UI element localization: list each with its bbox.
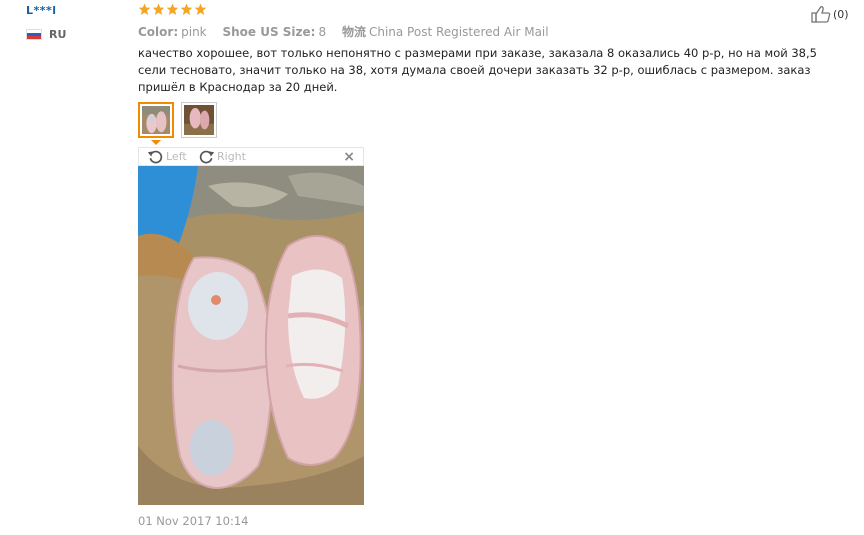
attr-size-value: 8 (318, 25, 327, 39)
star-icon (194, 3, 207, 15)
star-icon (152, 3, 165, 15)
rotate-right-label: Right (217, 150, 246, 163)
star-icon (180, 3, 193, 15)
star-rating (138, 3, 207, 16)
country-code: RU (49, 28, 67, 41)
attr-color-key: Color: (138, 25, 179, 39)
order-attributes: Color: pink Shoe US Size: 8 物流 China Post R… (138, 23, 549, 40)
helpful-button[interactable]: (0) (811, 5, 849, 23)
image-viewer-toolbar: Left Right × (138, 147, 364, 166)
rotate-left-label: Left (166, 150, 187, 163)
attr-shipping-key: 物流 (341, 25, 366, 39)
russia-flag-icon (26, 29, 42, 40)
rotate-right-icon (199, 150, 215, 164)
rotate-right-button[interactable]: Right (198, 148, 246, 165)
rotate-left-button[interactable]: Left (147, 148, 187, 165)
helpful-count: (0) (833, 7, 849, 21)
reviewer-name: L***l (26, 4, 57, 17)
thumbs-up-icon (811, 6, 831, 23)
thumbnail-1[interactable] (138, 102, 174, 138)
star-icon (138, 3, 151, 15)
review-thumbnails (138, 102, 217, 138)
shoe-thumbnail-image (142, 106, 170, 134)
close-viewer-button[interactable]: × (343, 149, 355, 165)
rotate-left-icon (147, 150, 163, 164)
reviewer-country: RU (26, 28, 66, 41)
star-icon (166, 3, 179, 15)
review-date: 01 Nov 2017 10:14 (138, 514, 249, 528)
shoe-thumbnail-image (184, 105, 214, 135)
attr-size-key: Shoe US Size: (222, 25, 316, 39)
review-text: качество хорошее, вот только непонятно с… (138, 46, 817, 94)
attr-color-value: pink (181, 25, 207, 39)
review-photo[interactable] (138, 166, 364, 505)
thumbnail-2[interactable] (181, 102, 217, 138)
ballet-shoes-photo (138, 166, 364, 505)
active-thumbnail-indicator (151, 140, 161, 145)
attr-shipping-value: China Post Registered Air Mail (368, 25, 549, 39)
